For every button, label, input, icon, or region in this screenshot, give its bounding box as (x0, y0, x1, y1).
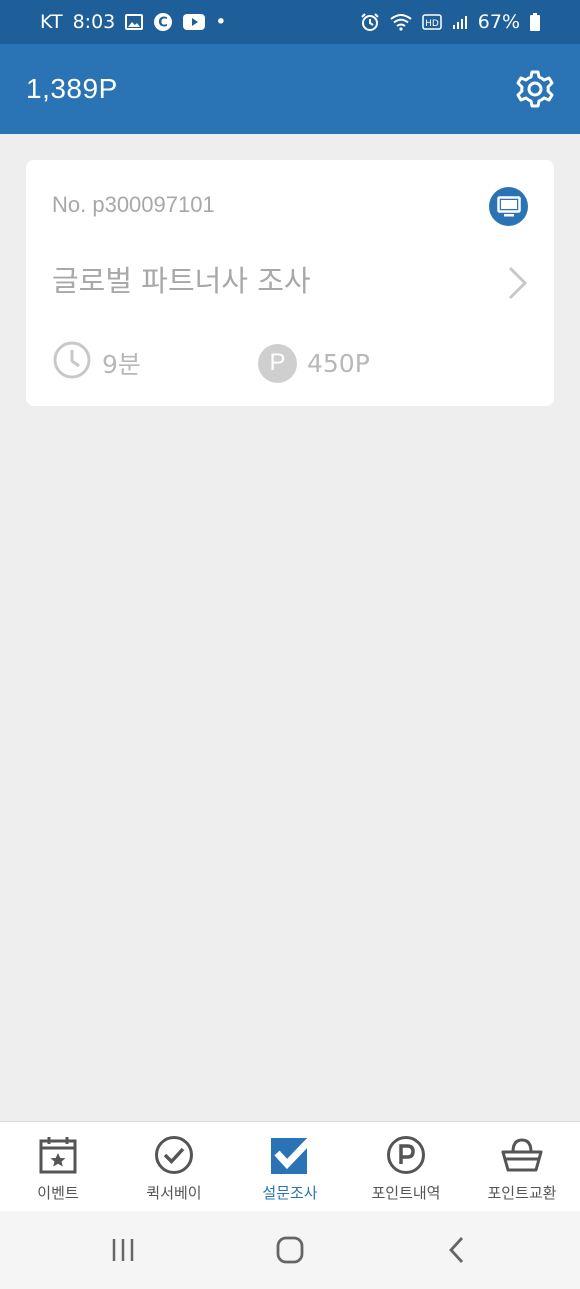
bottom-nav: 이벤트 퀵서베이 설문조사 포인트내역 포인트교환 (0, 1121, 580, 1211)
carrier-label: KT (40, 11, 63, 33)
survey-duration: 9분 (52, 340, 258, 386)
hd-icon: HD (422, 14, 442, 30)
status-bar: KT 8:03 C • HD 67% (0, 0, 580, 44)
nav-item-survey[interactable]: 설문조사 (232, 1122, 348, 1211)
check-circle-icon (153, 1134, 195, 1176)
nav-label: 설문조사 (262, 1184, 318, 1202)
status-left: KT 8:03 C • (40, 11, 226, 33)
point-icon: P (258, 343, 297, 383)
gear-icon[interactable] (514, 68, 556, 110)
youtube-icon (183, 14, 206, 30)
nav-item-point-exchange[interactable]: 포인트교환 (464, 1122, 580, 1211)
nav-label: 이벤트 (37, 1184, 79, 1202)
monitor-icon (489, 187, 528, 226)
status-right: HD 67% (360, 11, 540, 33)
svg-text:C: C (158, 16, 168, 31)
alarm-icon (360, 12, 380, 32)
back-button[interactable] (427, 1220, 487, 1280)
nav-label: 포인트내역 (371, 1184, 441, 1202)
clock-icon (52, 340, 92, 386)
recent-apps-button[interactable] (93, 1220, 153, 1280)
signal-icon (452, 14, 468, 30)
nav-item-event[interactable]: 이벤트 (0, 1122, 116, 1211)
home-button[interactable] (260, 1220, 320, 1280)
checkbox-icon (269, 1134, 311, 1176)
status-time: 8:03 (72, 11, 116, 33)
survey-meta: 9분 P 450P (52, 340, 370, 386)
basket-icon (501, 1134, 543, 1176)
duration-text: 9분 (102, 350, 141, 379)
app-header: 1,389P (0, 44, 580, 134)
wifi-icon (390, 13, 412, 31)
svg-text:HD: HD (425, 19, 439, 29)
calendar-star-icon (37, 1134, 79, 1176)
battery-percent: 67% (477, 11, 520, 33)
survey-number: No. p300097101 (52, 192, 215, 217)
reward-text: 450P (307, 348, 370, 378)
survey-reward: P 450P (258, 343, 370, 383)
c-app-icon: C (153, 12, 173, 32)
nav-item-point-history[interactable]: 포인트내역 (348, 1122, 464, 1211)
system-nav-bar (0, 1211, 580, 1289)
gallery-icon (125, 14, 144, 30)
points-balance: 1,389P (26, 73, 118, 104)
point-circle-icon (385, 1134, 427, 1176)
survey-list: No. p300097101 글로벌 파트너사 조사 9분 P 450P (0, 134, 580, 1121)
nav-label: 포인트교환 (487, 1184, 557, 1202)
battery-icon (530, 13, 540, 31)
nav-item-quick-survey[interactable]: 퀵서베이 (116, 1122, 232, 1211)
survey-title: 글로벌 파트너사 조사 (52, 264, 311, 298)
nav-label: 퀵서베이 (146, 1184, 202, 1202)
survey-card[interactable]: No. p300097101 글로벌 파트너사 조사 9분 P 450P (26, 160, 554, 406)
notification-dot: • (215, 11, 227, 33)
chevron-right-icon (506, 264, 530, 302)
